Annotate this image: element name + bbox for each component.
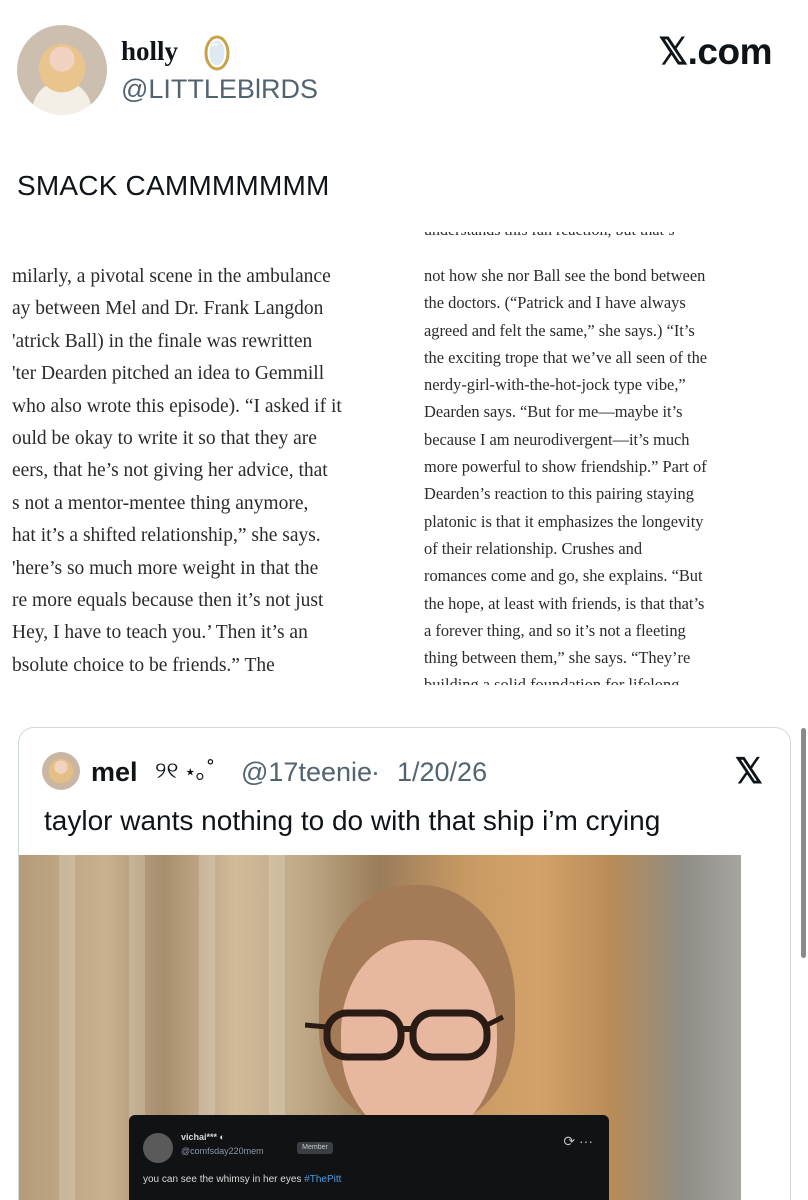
article-line: not how she nor Ball see the bond betwee… <box>424 266 706 285</box>
quote-separator: · <box>371 757 380 787</box>
article-line: ay between Mel and Dr. Frank Langdon <box>12 298 324 320</box>
article-line: the doctors. (“Patrick and I have always <box>424 293 686 313</box>
article-line: who also wrote this episode). “I asked i… <box>12 395 342 417</box>
article-left-column: milarly, a pivotal scene in the ambulanc… <box>0 228 404 688</box>
article-line: platonic is that it emphasizes the longe… <box>424 511 704 531</box>
quote-text: taylor wants nothing to do with that shi… <box>44 805 661 836</box>
profile-avatar[interactable] <box>17 25 107 115</box>
overlay-caption: you can see the whimsy in her eyes #TheP… <box>143 1173 341 1187</box>
article-line: building a solid foundation for lifelong <box>424 675 680 686</box>
article-line: Hey, I have to teach you.’ Then it’s an <box>12 622 308 644</box>
article-line: bsolute choice to be friends.” The <box>12 654 275 676</box>
article-line: nerdy-girl-with-the-hot-jock type vibe,” <box>424 375 686 395</box>
embedded-post-overlay: vichai*** ◐ @comfsday220mem Member ⟳ ···… <box>129 1115 609 1200</box>
article-line: romances come and go, she explains. “But <box>424 566 703 586</box>
article-line: 'here’s so much more weight in that the <box>12 557 319 579</box>
overlay-member-badge: Member <box>297 1142 333 1154</box>
overlay-caption-text: you can see the whimsy in her eyes <box>143 1174 302 1185</box>
article-line: thing between them,” she says. “They’re <box>424 648 691 668</box>
quoted-tweet[interactable]: mel ୨୧ ⋆｡˚ @17teenie · 1/20/26 𝕏 taylor … <box>18 727 791 1200</box>
article-line: a forever thing, and so it’s not a fleet… <box>424 620 686 640</box>
glasses-graphic <box>305 1009 505 1061</box>
x-logo-icon: 𝕏 <box>734 752 763 791</box>
quote-handle[interactable]: @17teenie <box>241 756 372 788</box>
quote-avatar[interactable] <box>42 752 80 790</box>
curtain-fold <box>59 855 75 1200</box>
brand-logo: 𝕏.com <box>658 31 772 72</box>
article-line: re more equals because then it’s not jus… <box>12 590 324 612</box>
article-line: the exciting trope that we’ve all seen o… <box>424 347 708 367</box>
article-line: the hope, at least with friends, is that… <box>424 593 705 613</box>
article-line: of their relationship. Crushes and <box>424 538 643 558</box>
article-line: Dearden says. “But for me—maybe it’s <box>424 402 683 422</box>
article-line: 'ter Dearden pitched an idea to Gemmill <box>12 363 325 385</box>
quote-media-image[interactable]: vichai*** ◐ @comfsday220mem Member ⟳ ···… <box>19 855 741 1200</box>
scrollbar-thumb[interactable] <box>801 728 806 958</box>
article-line: more powerful to show friendship.” Part … <box>424 457 707 477</box>
article-line: ould be okay to write it so that they ar… <box>12 428 317 450</box>
article-line: eers, that he’s not giving her advice, t… <box>12 460 328 482</box>
article-line: agreed and felt the same,” she says.) “I… <box>424 320 695 340</box>
article-line: hat it’s a shifted relationship,” she sa… <box>12 525 321 547</box>
overlay-hashtag: #ThePitt <box>304 1174 342 1185</box>
overlay-more-icon: ⟳ ··· <box>563 1133 593 1149</box>
quote-date[interactable]: 1/20/26 <box>397 756 487 788</box>
quote-name-decoration: ୨୧ ⋆｡˚ <box>155 757 215 783</box>
overlay-username: vichai*** ◐ <box>181 1132 225 1142</box>
overlay-handle: @comfsday220mem <box>181 1146 264 1156</box>
article-right-column: not how she nor Ball see the bond betwee… <box>424 228 808 688</box>
article-line: Dearden’s reaction to this pairing stayi… <box>424 484 694 504</box>
user-handle[interactable]: @LITTLEBlRDS <box>121 74 318 104</box>
article-line: 'atrick Ball) in the finale was rewritte… <box>12 330 313 352</box>
tweet-text: SMACK CAMMMMMMM <box>17 170 330 201</box>
article-image[interactable]: milarly, a pivotal scene in the ambulanc… <box>0 228 808 688</box>
article-line: s not a mentor-mentee thing anymore, <box>12 492 309 514</box>
article-line: because I am neurodivergent—it’s much <box>424 429 690 449</box>
overlay-avatar <box>143 1133 173 1163</box>
article-line: milarly, a pivotal scene in the ambulanc… <box>12 266 331 287</box>
mirror-icon <box>204 35 230 71</box>
quote-display-name[interactable]: mel <box>91 756 138 788</box>
display-name[interactable]: holly <box>121 36 178 66</box>
